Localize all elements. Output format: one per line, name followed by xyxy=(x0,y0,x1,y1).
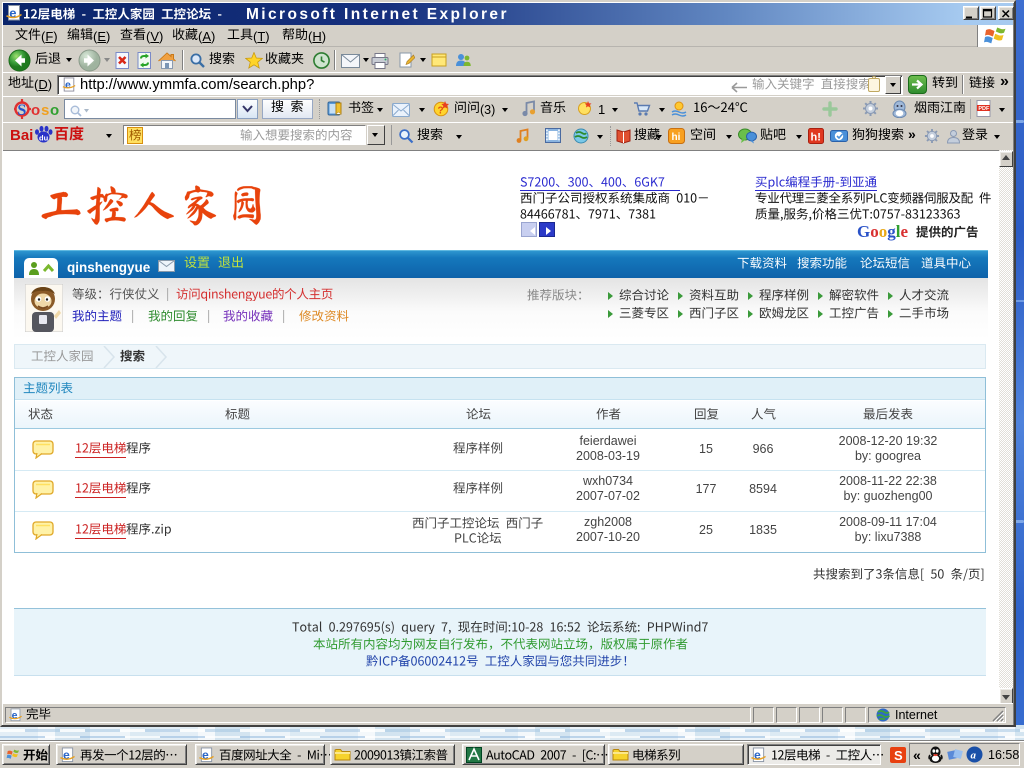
svg-text:?: ? xyxy=(438,106,444,117)
svg-text:e: e xyxy=(754,748,761,762)
svg-text:hi: hi xyxy=(672,132,681,143)
svg-text:o: o xyxy=(31,102,40,119)
svg-text:a: a xyxy=(971,750,977,762)
svg-text:s: s xyxy=(41,102,49,119)
svg-text:o: o xyxy=(50,102,59,119)
svg-text:PDF: PDF xyxy=(978,106,990,112)
svg-text:S: S xyxy=(17,102,26,119)
svg-text:e: e xyxy=(12,710,18,722)
svg-text:e: e xyxy=(63,748,70,762)
svg-text:e: e xyxy=(65,79,71,91)
svg-text:du: du xyxy=(39,134,49,143)
svg-text:e: e xyxy=(202,748,209,762)
svg-text:h!: h! xyxy=(811,132,821,144)
